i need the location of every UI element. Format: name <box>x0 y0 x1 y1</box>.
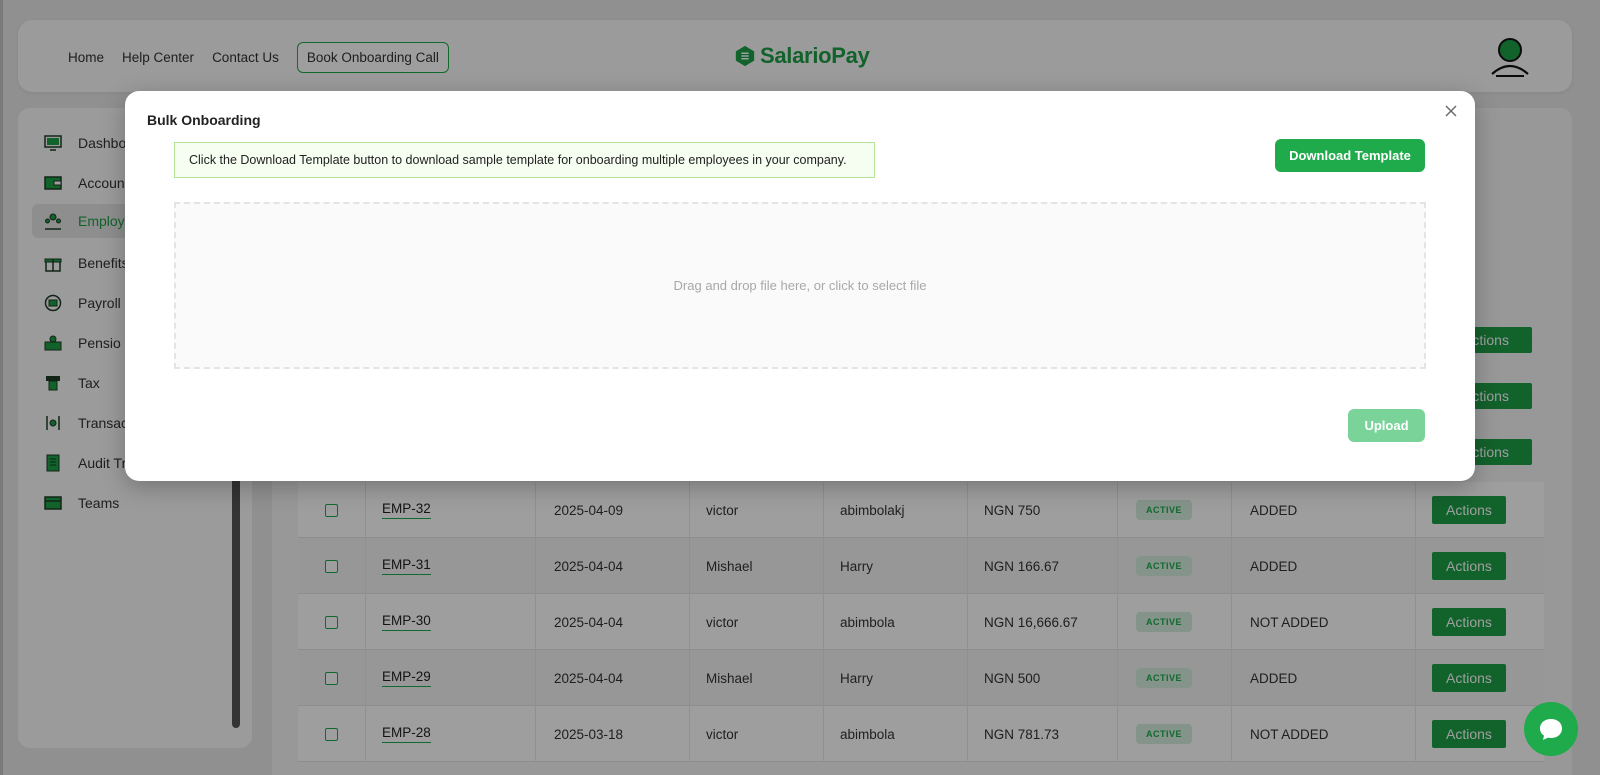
close-icon[interactable] <box>1441 101 1461 121</box>
dropzone-text: Drag and drop file here, or click to sel… <box>673 278 927 293</box>
upload-button[interactable]: Upload <box>1348 409 1425 442</box>
chat-widget-button[interactable] <box>1524 702 1578 756</box>
chat-bubble-icon <box>1540 719 1562 740</box>
download-template-button[interactable]: Download Template <box>1275 139 1425 172</box>
bulk-onboarding-modal: Bulk Onboarding Click the Download Templ… <box>125 91 1475 481</box>
modal-title: Bulk Onboarding <box>147 112 261 128</box>
window-edge <box>0 0 3 775</box>
file-dropzone[interactable]: Drag and drop file here, or click to sel… <box>174 202 1426 369</box>
info-text: Click the Download Template button to do… <box>189 153 847 167</box>
info-message: Click the Download Template button to do… <box>174 142 875 178</box>
